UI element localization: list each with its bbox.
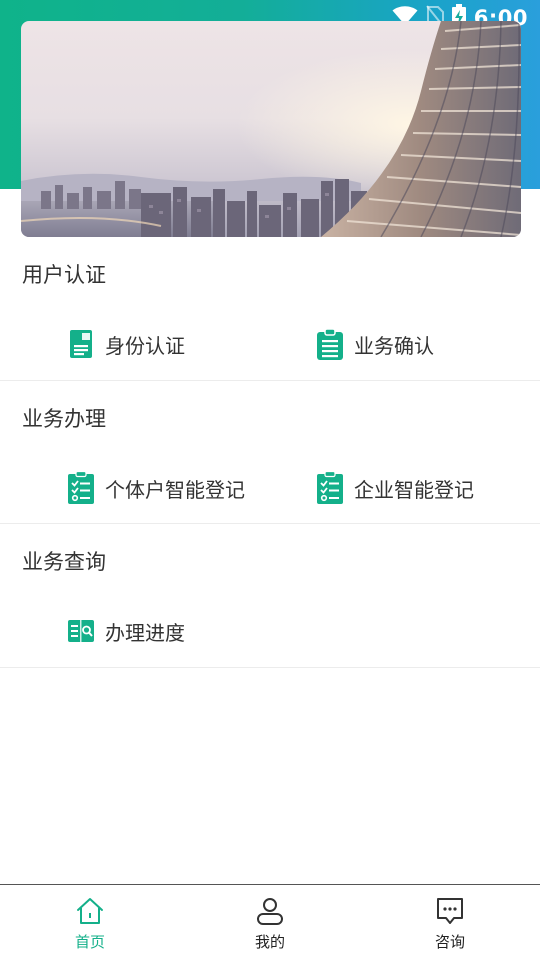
id-card-icon	[67, 327, 95, 361]
section-business-query: 业务查询 办理进度	[0, 524, 540, 668]
section-business-handling: 业务办理 个体户智能登记 企业智能登记	[0, 381, 540, 524]
nav-label: 我的	[254, 933, 285, 951]
item-label: 身份认证	[105, 333, 185, 358]
item-label: 个体户智能登记	[105, 477, 245, 502]
nav-home[interactable]: 首页	[0, 885, 180, 960]
individual-registration-item[interactable]: 个体户智能登记	[67, 471, 245, 505]
home-screen: 6:00 用户认证 身份认证 业务确认 业务办理 个体户智能登记 企业智能登记 …	[0, 0, 540, 960]
nav-label: 咨询	[434, 933, 465, 951]
nav-consult[interactable]: 咨询	[360, 885, 540, 960]
nav-mine[interactable]: 我的	[180, 885, 360, 960]
progress-search-icon	[67, 614, 95, 648]
item-label: 办理进度	[105, 620, 185, 645]
business-confirm-item[interactable]: 业务确认	[316, 327, 434, 361]
city-skyline-banner[interactable]	[21, 21, 521, 237]
chat-icon	[434, 895, 466, 927]
progress-item[interactable]: 办理进度	[67, 614, 185, 648]
nav-label: 首页	[74, 933, 105, 951]
section-title: 用户认证	[22, 263, 106, 287]
checklist-icon	[67, 471, 95, 505]
item-label: 企业智能登记	[354, 477, 474, 502]
id-auth-item[interactable]: 身份认证	[67, 327, 185, 361]
home-icon	[74, 895, 106, 927]
clipboard-list-icon	[316, 327, 344, 361]
enterprise-registration-item[interactable]: 企业智能登记	[316, 471, 474, 505]
item-label: 业务确认	[354, 333, 434, 358]
user-icon	[254, 895, 286, 927]
checklist-icon	[316, 471, 344, 505]
section-user-auth: 用户认证 身份认证 业务确认	[0, 237, 540, 381]
section-title: 业务查询	[22, 550, 106, 574]
section-title: 业务办理	[22, 407, 106, 431]
bottom-navigation: 首页 我的 咨询	[0, 884, 540, 960]
